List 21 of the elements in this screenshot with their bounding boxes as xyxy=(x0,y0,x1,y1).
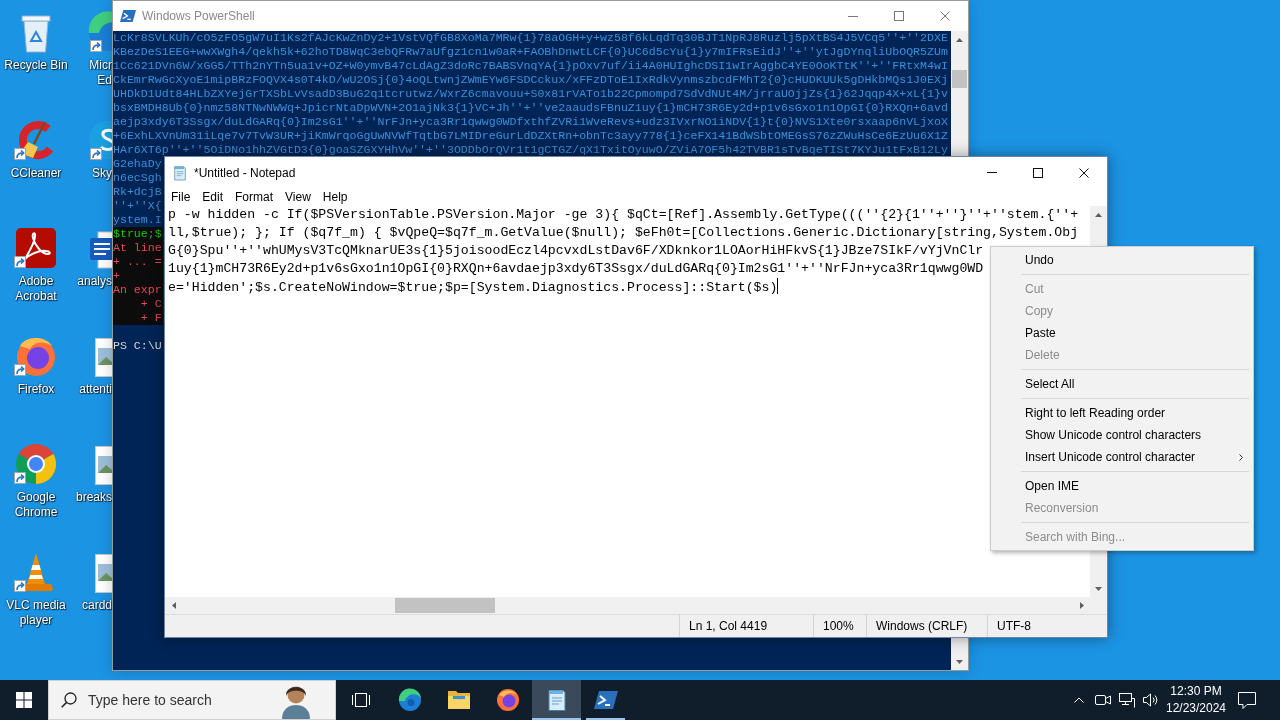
window-title: *Untitled - Notepad xyxy=(194,165,296,180)
console-line: CkEmrRwGcXyoE1mipBRzFOQVX4s0T4kD/wU2OSj{0}4oQLtwnjZWmEYw6FSDCckux/xFFzDToE1IxRdkVynmszbcdFMhT2{0}cHUDKUUk5gDHkbMQs1J0EXj xyxy=(113,73,948,87)
console-line: HAr6XT6p''+''5OiDNo1hhZVGtD3{0}goaSZGXYHhVw''+''3ODDbOrQVr1t1gCTGZ/qX1TxitOyuwO/ZViA7OF5h42TVBR1sTvBqeTISt7KYJu1tFxB12Ly xyxy=(113,143,948,157)
console-line: n6ecSgh xyxy=(113,171,162,185)
console-line: bsxBMDH8Ub{0}nmz58NTNwNWWq+JpicrNtaDpWVN+2O1ajNk3{1}VC+Jh''+''ve2aaudsFBnuZ1uy{1}mCH73R6Ey2d+p1v6sGxo1n1OpGI{0}RXQn+6avd xyxy=(113,101,948,115)
console-line: +6ExhLXVnUm31iLqe7v7TvW3UR+jiKmWrqoGgUwNVWfTqtbG7LMIDreGurLdDZXtRn+obnTc3ayy778{1}ceFX141BdWSbtOMEGsS76zZWuHsCe6EzUu6X1Z xyxy=(113,129,948,143)
status-text: Ln 1, Col 4419 xyxy=(689,619,768,633)
console-line: Rk+dcjB xyxy=(113,185,162,199)
console-line: KBezDeS1EEG+wwXWgh4/qekh5k+62hoTD8WqC3ebQFRw7aUfgz1cn1w0aR+FAOBhDnwtLCF{0}UC6d5cYu{1}y7mIFRsEidJ''+''ytJgDYnqliUbOQR5ZUm xyxy=(113,45,948,59)
console-line: LcKr8SVLKUh/cO5zFO5gW7uI1Ks2fAJcKwZnDy2+1VstVQfGB8XoMa7MRw{1}78aOGH+y+wz58f6kLqdTq30BJT1NpRJ8Ruzlj5pXtBS4J5VCq5''+''2DXE xyxy=(113,31,948,45)
console-line: ystem.I xyxy=(113,213,162,227)
console-line: UHDkD1Udt84HLbZXYejGrTXSbLvVsadD3BuG2q1tcrutwz/WxrZ6cmavouu+S0x81rVATo1b22Cpmompd7SdVdNUt4M/jrraUOjjZs{1}62Jqqp4X+xL{1}v xyxy=(113,87,948,101)
status-text: UTF-8 xyxy=(997,619,1031,633)
console-line: G2ehaDy xyxy=(113,157,162,171)
status-text: Windows (CRLF) xyxy=(876,619,968,633)
console-line: aejp3xdy6T3Ssgx/duLdGARq{0}Im2sG1''+''NrFJn+yca3Rr1qwwg0WDfxthfZVRi1WveRevs+udz3IVxrNO1iNDV{1}t{0}NVS1Xte0rsxaap6nVLjxoX xyxy=(113,115,948,129)
console-line: ''+''X{ xyxy=(113,199,162,213)
status-text: 100% xyxy=(823,619,854,633)
window-title: Windows PowerShell xyxy=(142,9,255,23)
console-line: 1Cc621DVn6W/xGG5/TTh2nYTn5ua1v+OZ+W0ymvB47cLdAgZ3doRc7BABSVnqYA{1}pOxv7uf/ii4A0HUIghcDSI1wIrAggbC4YE0OoKTtK''+''FRtxM4wI xyxy=(113,59,948,73)
console-line: PS C:\U xyxy=(113,339,162,353)
